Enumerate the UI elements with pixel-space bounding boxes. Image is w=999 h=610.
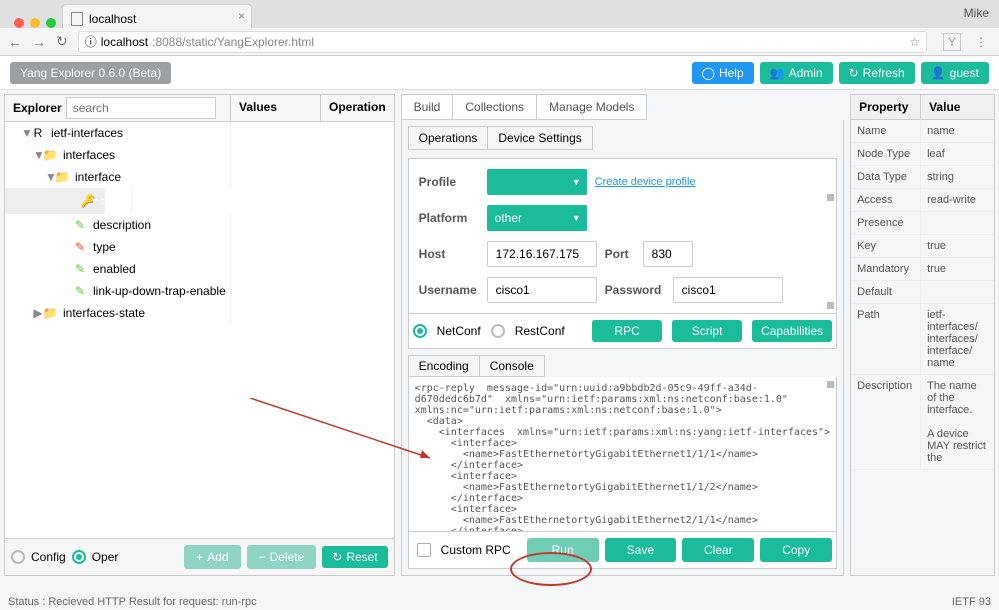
config-label: Config	[31, 550, 66, 564]
tab-collections[interactable]: Collections	[453, 95, 537, 119]
tree-row[interactable]: ✎description	[5, 214, 394, 236]
status-text: Status : Recieved HTTP Result for reques…	[8, 596, 257, 608]
close-tab-icon[interactable]: ×	[238, 9, 245, 23]
add-button[interactable]: +Add	[184, 545, 240, 569]
property-row: Mandatorytrue	[851, 258, 994, 281]
user-icon: 👤	[931, 66, 946, 80]
netconf-label: NetConf	[437, 324, 481, 338]
platform-select[interactable]: other	[487, 205, 587, 231]
plus-icon: +	[196, 550, 203, 564]
run-button[interactable]: Run	[527, 538, 599, 562]
delete-button[interactable]: −Delete	[247, 545, 317, 569]
value-header: Value	[921, 95, 968, 119]
tab-encoding[interactable]: Encoding	[409, 356, 480, 376]
menu-icon[interactable]: ⋮	[975, 35, 987, 49]
script-button[interactable]: Script	[672, 320, 742, 342]
tree-row[interactable]: 🔑name	[5, 188, 105, 214]
subtab-operations[interactable]: Operations	[409, 127, 489, 149]
netconf-radio[interactable]	[413, 324, 427, 338]
property-row: Keytrue	[851, 235, 994, 258]
custom-rpc-label: Custom RPC	[441, 543, 511, 557]
restconf-radio[interactable]	[491, 324, 505, 338]
operation-header: Operation	[321, 95, 394, 121]
tree-row[interactable]: ✎type	[5, 236, 394, 258]
help-button[interactable]: ◯Help	[692, 62, 754, 84]
property-row: Accessread-write	[851, 189, 994, 212]
host-label: Host	[419, 247, 479, 261]
password-input[interactable]	[673, 277, 783, 303]
page-icon	[71, 12, 83, 26]
ext-icon[interactable]: Y	[943, 33, 961, 51]
rpc-button[interactable]: RPC	[592, 320, 662, 342]
caps-button[interactable]: Capabilities	[752, 320, 832, 342]
property-row: Default	[851, 281, 994, 304]
username-input[interactable]	[487, 277, 597, 303]
config-radio[interactable]	[11, 550, 25, 564]
tree-row[interactable]: ▼📁interfaces	[5, 144, 394, 166]
property-row: Pathietf-interfaces/ interfaces/ interfa…	[851, 304, 994, 375]
tree-row[interactable]: ▼📁interface	[5, 166, 394, 188]
tab-console[interactable]: Console	[480, 356, 544, 376]
host-input[interactable]	[487, 241, 597, 267]
nav-fwd-icon[interactable]: →	[32, 34, 46, 50]
refresh-button[interactable]: ↻Refresh	[839, 62, 915, 84]
rpc-output[interactable]: <rpc-reply message-id="urn:uuid:a9bbdb2d…	[408, 377, 837, 532]
browser-user: Mike	[964, 6, 989, 20]
nav-back-icon[interactable]: ←	[8, 34, 22, 50]
address-bar[interactable]: ⓘ localhost :8088/static/YangExplorer.htm…	[78, 31, 927, 53]
search-input[interactable]	[66, 97, 216, 119]
port-label: Port	[605, 247, 635, 261]
tree-row[interactable]: ▼Rietf-interfaces	[5, 122, 394, 144]
url-path: :8088/static/YangExplorer.html	[152, 35, 314, 49]
tab-build[interactable]: Build	[402, 95, 454, 119]
property-row: Namename	[851, 120, 994, 143]
create-profile-link[interactable]: Create device profile	[595, 176, 696, 188]
guest-button[interactable]: 👤guest	[921, 62, 989, 84]
tree-row[interactable]: ▶📁interfaces-state	[5, 302, 394, 324]
github-icon: ◯	[702, 66, 715, 80]
refresh-icon: ↻	[849, 66, 859, 80]
oper-radio[interactable]	[72, 550, 86, 564]
subtab-device[interactable]: Device Settings	[488, 127, 591, 149]
property-row: Data Typestring	[851, 166, 994, 189]
restconf-label: RestConf	[515, 324, 565, 338]
property-header: Property	[851, 95, 921, 119]
explorer-header: Explorer	[5, 95, 231, 121]
property-row: Presence	[851, 212, 994, 235]
reset-button[interactable]: ↻Reset	[322, 546, 387, 568]
platform-label: Platform	[419, 211, 479, 225]
browser-tab[interactable]: localhost ×	[62, 4, 252, 28]
tree-row[interactable]: ✎link-up-down-trap-enable	[5, 280, 394, 302]
profile-select[interactable]	[487, 169, 587, 195]
username-label: Username	[419, 283, 479, 297]
values-header: Values	[231, 95, 321, 121]
tab-manage[interactable]: Manage Models	[537, 95, 646, 119]
nav-reload-icon[interactable]: ↻	[56, 33, 68, 50]
port-input[interactable]	[643, 241, 693, 267]
clear-button[interactable]: Clear	[682, 538, 754, 562]
url-host: localhost	[101, 35, 148, 49]
ietf-label: IETF 93	[952, 596, 991, 608]
bookmark-icon[interactable]: ☆	[909, 35, 920, 49]
minus-icon: −	[259, 550, 266, 564]
admin-button[interactable]: 👥Admin	[760, 62, 833, 84]
password-label: Password	[605, 283, 665, 297]
tab-title: localhost	[89, 12, 136, 26]
copy-button[interactable]: Copy	[760, 538, 832, 562]
app-title: Yang Explorer 0.6.0 (Beta)	[10, 62, 171, 84]
users-icon: 👥	[770, 66, 785, 80]
profile-label: Profile	[419, 175, 479, 189]
oper-label: Oper	[92, 550, 119, 564]
property-row: DescriptionThe name of the interface.A d…	[851, 375, 994, 470]
reset-icon: ↻	[332, 550, 342, 564]
tree-row[interactable]: ✎enabled	[5, 258, 394, 280]
explorer-tree[interactable]: ▼Rietf-interfaces▼📁interfaces▼📁interface…	[4, 122, 395, 539]
property-row: Node Typeleaf	[851, 143, 994, 166]
property-table: NamenameNode TypeleafData TypestringAcce…	[851, 120, 994, 470]
info-icon: ⓘ	[85, 33, 97, 50]
custom-rpc-checkbox[interactable]	[417, 543, 431, 557]
save-button[interactable]: Save	[605, 538, 677, 562]
